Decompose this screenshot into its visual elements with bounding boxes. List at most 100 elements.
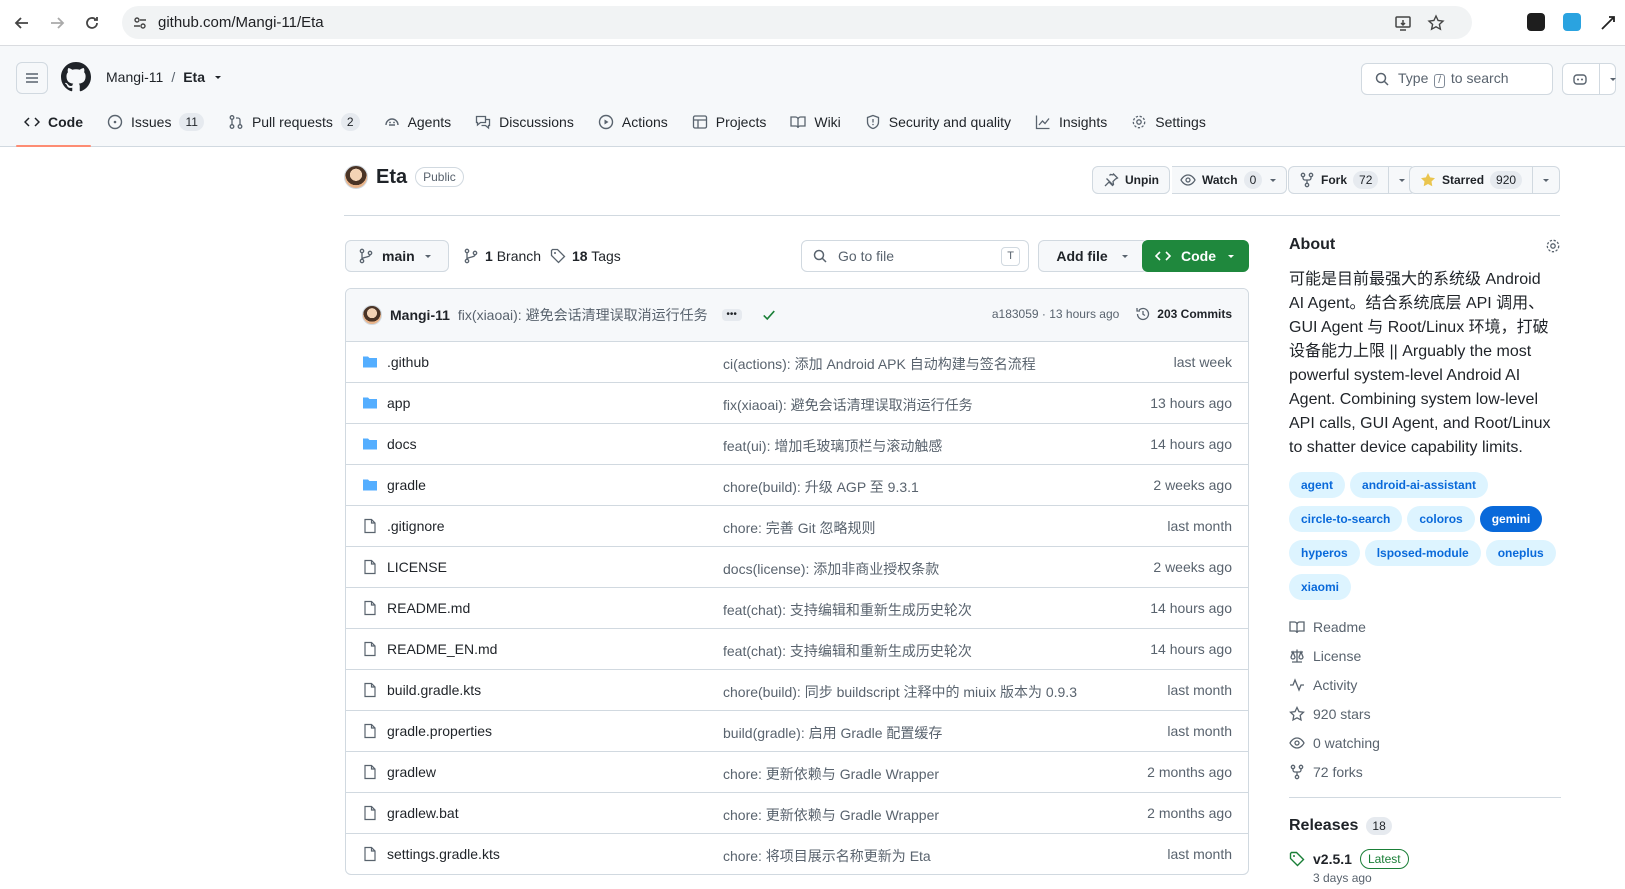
file-name[interactable]: .gitignore — [387, 518, 445, 534]
file-name[interactable]: settings.gradle.kts — [387, 846, 500, 862]
file-row[interactable]: settings.gradle.kts chore: 将项目展示名称更新为 Eta… — [346, 834, 1248, 874]
file-name[interactable]: docs — [387, 436, 417, 452]
file-name[interactable]: gradle.properties — [387, 723, 492, 739]
file-commit-message[interactable]: ci(actions): 添加 Android APK 自动构建与签名流程 — [723, 354, 1036, 374]
commit-author[interactable]: Mangi-11 — [390, 307, 450, 323]
commits-link[interactable]: 203 Commits — [1135, 306, 1232, 322]
topic-tag[interactable]: android-ai-assistant — [1350, 472, 1489, 498]
file-name[interactable]: LICENSE — [387, 559, 447, 575]
file-row[interactable]: .github ci(actions): 添加 Android APK 自动构建与… — [346, 342, 1248, 383]
release-version[interactable]: v2.5.1 — [1313, 851, 1352, 867]
copilot-caret-icon[interactable] — [1599, 64, 1618, 94]
commit-hash-time[interactable]: a183059 · 13 hours ago — [992, 307, 1119, 321]
profile-icon[interactable] — [1596, 11, 1620, 35]
file-commit-message[interactable]: chore: 更新依赖与 Gradle Wrapper — [723, 805, 939, 825]
tab-pull-requests[interactable]: Pull requests 2 — [220, 104, 368, 140]
topic-tag[interactable]: hyperos — [1289, 540, 1360, 566]
file-row[interactable]: gradlew.bat chore: 更新依赖与 Gradle Wrapper 2 … — [346, 793, 1248, 834]
file-commit-message[interactable]: feat(ui): 增加毛玻璃顶栏与滚动触感 — [723, 436, 942, 456]
tab-discussions[interactable]: Discussions — [467, 104, 582, 140]
tab-actions[interactable]: Actions — [590, 104, 676, 140]
global-search-button[interactable]: Type / to search — [1361, 63, 1553, 95]
file-row[interactable]: README_EN.md feat(chat): 支持编辑和重新生成历史轮次 14 … — [346, 629, 1248, 670]
address-bar[interactable]: github.com/Mangi-11/Eta — [122, 6, 1472, 39]
file-commit-message[interactable]: chore: 将项目展示名称更新为 Eta — [723, 846, 931, 866]
topic-tag[interactable]: agent — [1289, 472, 1346, 498]
file-name[interactable]: build.gradle.kts — [387, 682, 481, 698]
bookmark-star-icon[interactable] — [1427, 14, 1445, 32]
tags-link[interactable]: 18 Tags — [550, 248, 621, 264]
file-commit-message[interactable]: fix(xiaoai): 避免会话清理误取消运行任务 — [723, 395, 973, 415]
tab-agents[interactable]: Agents — [376, 104, 460, 140]
file-commit-message[interactable]: chore: 完善 Git 忽略规则 — [723, 518, 875, 538]
file-name[interactable]: gradle — [387, 477, 426, 493]
file-name[interactable]: README_EN.md — [387, 641, 497, 657]
commit-author-avatar[interactable] — [362, 305, 382, 325]
watchers-link[interactable]: 0 watching — [1289, 728, 1561, 757]
tab-code[interactable]: Code — [16, 104, 91, 147]
file-row[interactable]: gradle.properties build(gradle): 启用 Gradl… — [346, 711, 1248, 752]
tab-insights[interactable]: Insights — [1027, 104, 1115, 140]
repo-link[interactable]: Eta — [183, 69, 205, 85]
file-commit-message[interactable]: chore(build): 升级 AGP 至 9.3.1 — [723, 477, 919, 497]
owner-avatar[interactable] — [344, 165, 368, 189]
watch-button[interactable]: Watch 0 — [1172, 166, 1288, 194]
topic-tag[interactable]: lsposed-module — [1364, 540, 1481, 566]
topic-tag[interactable]: coloros — [1407, 506, 1475, 532]
tab-security[interactable]: Security and quality — [857, 104, 1019, 140]
file-row[interactable]: build.gradle.kts chore(build): 同步 buildsc… — [346, 670, 1248, 711]
tab-wiki[interactable]: Wiki — [782, 104, 848, 140]
repo-switcher-caret-icon[interactable] — [213, 72, 223, 82]
reload-icon[interactable] — [80, 11, 104, 35]
branch-selector[interactable]: main — [345, 240, 449, 272]
topic-tag[interactable]: oneplus — [1485, 540, 1556, 566]
branches-link[interactable]: 1 Branch — [463, 248, 541, 264]
file-commit-message[interactable]: docs(license): 添加非商业授权条款 — [723, 559, 939, 579]
site-settings-icon[interactable] — [132, 15, 148, 31]
code-button[interactable]: Code — [1142, 240, 1249, 272]
file-commit-message[interactable]: feat(chat): 支持编辑和重新生成历史轮次 — [723, 600, 972, 620]
file-name[interactable]: gradlew — [387, 764, 436, 780]
file-name[interactable]: app — [387, 395, 410, 411]
topic-tag[interactable]: circle-to-search — [1289, 506, 1403, 532]
tab-settings[interactable]: Settings — [1123, 104, 1214, 140]
file-name[interactable]: README.md — [387, 600, 470, 616]
expand-commit-icon[interactable]: ••• — [721, 309, 742, 321]
activity-link[interactable]: Activity — [1289, 670, 1561, 699]
add-file-button[interactable]: Add file — [1038, 240, 1148, 272]
unpin-button[interactable]: Unpin — [1092, 166, 1170, 194]
file-row[interactable]: README.md feat(chat): 支持编辑和重新生成历史轮次 14 hou… — [346, 588, 1248, 629]
go-to-file-input[interactable]: Go to file T — [801, 240, 1029, 272]
fork-button[interactable]: Fork 72 — [1288, 166, 1390, 194]
github-logo-icon[interactable] — [61, 62, 91, 92]
repo-name[interactable]: Eta — [376, 166, 407, 189]
releases-heading[interactable]: Releases — [1289, 817, 1358, 835]
gear-icon[interactable] — [1545, 238, 1561, 254]
topic-tag[interactable]: xiaomi — [1289, 574, 1352, 600]
copilot-button[interactable] — [1562, 63, 1616, 95]
file-row[interactable]: LICENSE docs(license): 添加非商业授权条款 2 weeks a… — [346, 547, 1248, 588]
file-commit-message[interactable]: chore(build): 同步 buildscript 注释中的 miuix … — [723, 682, 1077, 702]
tab-projects[interactable]: Projects — [684, 104, 775, 140]
file-row[interactable]: gradlew chore: 更新依赖与 Gradle Wrapper 2 mont… — [346, 752, 1248, 793]
file-name[interactable]: .github — [387, 354, 429, 370]
file-row[interactable]: docs feat(ui): 增加毛玻璃顶栏与滚动触感 14 hours ago — [346, 424, 1248, 465]
star-lists-button[interactable] — [1533, 166, 1561, 194]
file-name[interactable]: gradlew.bat — [387, 805, 459, 821]
file-row[interactable]: .gitignore chore: 完善 Git 忽略规则 last month — [346, 506, 1248, 547]
topic-tag[interactable]: gemini — [1479, 506, 1543, 532]
owner-link[interactable]: Mangi-11 — [106, 69, 163, 85]
file-commit-message[interactable]: build(gradle): 启用 Gradle 配置缓存 — [723, 723, 942, 743]
forward-icon[interactable] — [45, 11, 69, 35]
tab-issues[interactable]: Issues 11 — [99, 104, 212, 140]
license-link[interactable]: License — [1289, 641, 1561, 670]
stars-link[interactable]: 920 stars — [1289, 699, 1561, 728]
starred-button[interactable]: Starred 920 — [1409, 166, 1534, 194]
extension-icon[interactable] — [1527, 13, 1545, 31]
latest-release[interactable]: v2.5.1 Latest — [1289, 849, 1561, 869]
back-icon[interactable] — [10, 11, 34, 35]
forks-link[interactable]: 72 forks — [1289, 757, 1561, 786]
file-commit-message[interactable]: feat(chat): 支持编辑和重新生成历史轮次 — [723, 641, 972, 661]
file-row[interactable]: app fix(xiaoai): 避免会话清理误取消运行任务 13 hours ag… — [346, 383, 1248, 424]
commit-message[interactable]: fix(xiaoai): 避免会话清理误取消运行任务 — [458, 305, 708, 325]
